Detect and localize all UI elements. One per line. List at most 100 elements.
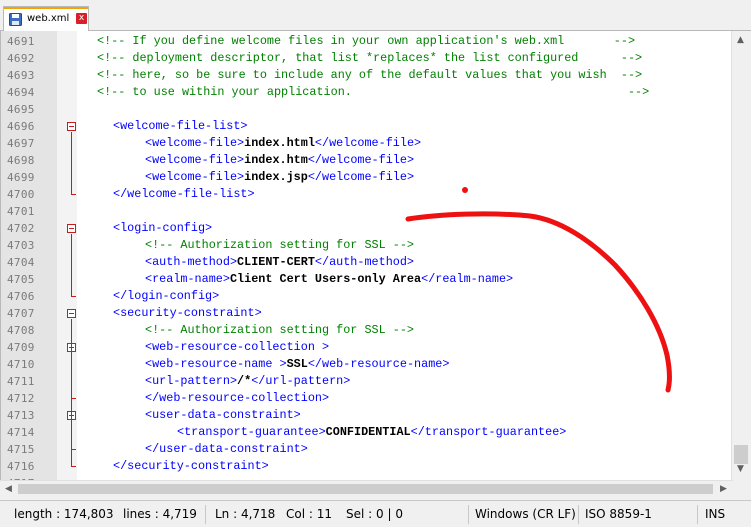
status-line-number: Ln : 4,718 xyxy=(215,507,276,521)
status-selection: Sel : 0 | 0 xyxy=(346,507,403,521)
code-line[interactable]: 4712 </web-resource-collection> xyxy=(1,390,733,407)
xml-tag: </security-constraint> xyxy=(113,459,269,473)
code-line[interactable]: 4705 <realm-name>Client Cert Users-only A… xyxy=(1,271,733,288)
code-line[interactable]: 4715 </user-data-constraint> xyxy=(1,441,733,458)
code-line[interactable]: 4709 <web-resource-collection > xyxy=(1,339,733,356)
xml-comment: <!-- If you define welcome files in your… xyxy=(97,34,636,48)
xml-tag: <web-resource-collection > xyxy=(145,340,330,354)
xml-comment: <!-- here, so be sure to include any of … xyxy=(97,68,643,82)
fold-guide-line xyxy=(71,234,72,297)
active-tab-indicator xyxy=(4,7,88,9)
xml-text: CONFIDENTIAL xyxy=(325,425,411,439)
code-line[interactable]: 4699 <welcome-file>index.jsp</welcome-fil… xyxy=(1,169,733,186)
code-line[interactable]: 4694 <!-- to use within your application.… xyxy=(1,84,733,101)
code-line[interactable]: 4697 <welcome-file>index.html</welcome-fi… xyxy=(1,135,733,152)
code-text: </welcome-file-list> xyxy=(113,187,255,201)
xml-tag: <welcome-file> xyxy=(145,170,245,184)
code-line[interactable]: 4708 <!-- Authorization setting for SSL -… xyxy=(1,322,733,339)
status-divider xyxy=(578,505,579,524)
code-line[interactable]: 4707 <security-constraint> xyxy=(1,305,733,322)
line-number: 4706 xyxy=(7,290,35,303)
code-line[interactable]: 4698 <welcome-file>index.htm</welcome-fil… xyxy=(1,152,733,169)
line-number: 4712 xyxy=(7,392,35,405)
save-disk-icon xyxy=(9,13,22,26)
fold-toggle-icon[interactable] xyxy=(67,309,76,318)
status-length: length : 174,803 xyxy=(14,507,114,521)
code-line[interactable]: 4691 <!-- If you define welcome files in … xyxy=(1,33,733,50)
scroll-right-icon[interactable]: ▶ xyxy=(716,481,731,498)
code-text: <web-resource-name >SSL</web-resource-na… xyxy=(145,357,449,371)
xml-tag: <welcome-file> xyxy=(145,136,245,150)
line-number: 4691 xyxy=(7,35,35,48)
code-line[interactable]: 4711 <url-pattern>/*</url-pattern> xyxy=(1,373,733,390)
scroll-left-icon[interactable]: ◀ xyxy=(1,481,16,498)
line-number: 4693 xyxy=(7,69,35,82)
fold-toggle-icon[interactable] xyxy=(67,122,76,131)
code-line[interactable]: 4692 <!-- deployment descriptor, that lis… xyxy=(1,50,733,67)
status-eol-format[interactable]: Windows (CR LF) xyxy=(475,507,576,521)
status-insert-mode[interactable]: INS xyxy=(705,507,725,521)
file-tab[interactable]: web.xml x xyxy=(3,6,89,31)
code-text: </login-config> xyxy=(113,289,219,303)
code-line[interactable]: 4703 <!-- Authorization setting for SSL -… xyxy=(1,237,733,254)
xml-text: /* xyxy=(237,374,252,388)
code-line[interactable]: 4704 <auth-method>CLIENT-CERT</auth-metho… xyxy=(1,254,733,271)
xml-text: index.html xyxy=(244,136,315,150)
vertical-scrollbar[interactable]: ▲ ▼ xyxy=(731,31,749,480)
code-text: <welcome-file>index.htm</welcome-file> xyxy=(145,153,414,167)
code-line[interactable]: 4701 xyxy=(1,203,733,220)
status-bar: length : 174,803 lines : 4,719 Ln : 4,71… xyxy=(0,500,751,527)
status-column: Col : 11 xyxy=(286,507,332,521)
code-text: <!-- Authorization setting for SSL --> xyxy=(145,238,414,252)
xml-text: SSL xyxy=(286,357,308,371)
xml-tag: </welcome-file> xyxy=(314,136,422,150)
fold-guide-line xyxy=(71,132,72,195)
code-text: <!-- to use within your application. --> xyxy=(97,85,649,99)
line-number: 4711 xyxy=(7,375,35,388)
code-line[interactable]: 4696 <welcome-file-list> xyxy=(1,118,733,135)
xml-tag: </realm-name> xyxy=(421,272,514,286)
code-text: <!-- Authorization setting for SSL --> xyxy=(145,323,414,337)
line-number: 4694 xyxy=(7,86,35,99)
horizontal-scroll-thumb[interactable] xyxy=(18,484,713,494)
xml-tag: </welcome-file-list> xyxy=(113,187,255,201)
line-number: 4716 xyxy=(7,460,35,473)
xml-tag: <login-config> xyxy=(113,221,213,235)
xml-text: Client Cert Users-only Area xyxy=(229,272,422,286)
line-number: 4697 xyxy=(7,137,35,150)
xml-tag: <auth-method> xyxy=(145,255,238,269)
code-text: <realm-name>Client Cert Users-only Area<… xyxy=(145,272,513,286)
scrollbar-corner xyxy=(733,480,751,497)
code-line[interactable]: 4702 <login-config> xyxy=(1,220,733,237)
status-divider xyxy=(468,505,469,524)
fold-toggle-icon[interactable] xyxy=(67,224,76,233)
code-line[interactable]: 4714 <transport-guarantee>CONFIDENTIAL</t… xyxy=(1,424,733,441)
close-icon[interactable]: x xyxy=(76,13,87,24)
code-line[interactable]: 4716 </security-constraint> xyxy=(1,458,733,475)
code-line[interactable]: 4706 </login-config> xyxy=(1,288,733,305)
scroll-down-icon[interactable]: ▼ xyxy=(734,462,747,477)
xml-tag: </transport-guarantee> xyxy=(410,425,567,439)
horizontal-scrollbar[interactable]: ◀ ▶ xyxy=(0,480,733,497)
scroll-up-icon[interactable]: ▲ xyxy=(734,33,747,48)
code-line[interactable]: 4700 </welcome-file-list> xyxy=(1,186,733,203)
code-line[interactable]: 4693 <!-- here, so be sure to include any… xyxy=(1,67,733,84)
code-text: </security-constraint> xyxy=(113,459,269,473)
status-encoding[interactable]: ISO 8859-1 xyxy=(585,507,652,521)
code-text: <web-resource-collection > xyxy=(145,340,329,354)
xml-tag: </user-data-constraint> xyxy=(145,442,308,456)
xml-tag: </web-resource-name> xyxy=(307,357,450,371)
tab-bar: web.xml x xyxy=(0,0,751,31)
line-number: 4696 xyxy=(7,120,35,133)
line-number: 4698 xyxy=(7,154,35,167)
line-number: 4713 xyxy=(7,409,35,422)
line-number: 4709 xyxy=(7,341,35,354)
line-number: 4702 xyxy=(7,222,35,235)
code-editor[interactable]: 4691 <!-- If you define welcome files in … xyxy=(0,31,733,480)
xml-tag: <web-resource-name > xyxy=(145,357,287,371)
code-line[interactable]: 4713 <user-data-constraint> xyxy=(1,407,733,424)
code-line[interactable]: 4695 xyxy=(1,101,733,118)
xml-tag: </auth-method> xyxy=(314,255,415,269)
line-number: 4710 xyxy=(7,358,35,371)
code-line[interactable]: 4710 <web-resource-name >SSL</web-resourc… xyxy=(1,356,733,373)
